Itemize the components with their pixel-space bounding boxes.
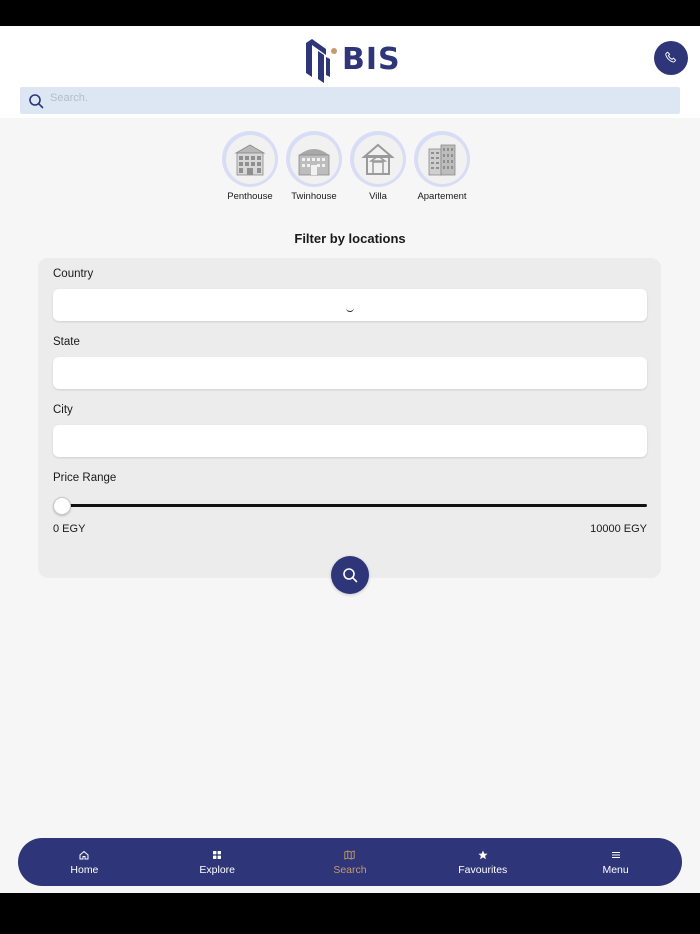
price-slider-thumb[interactable] xyxy=(53,497,71,515)
nav-explore[interactable]: Explore xyxy=(151,838,284,886)
home-icon xyxy=(79,849,89,861)
state-select[interactable] xyxy=(53,357,647,389)
apartment-building-icon xyxy=(428,144,456,176)
twinhouse-building-icon xyxy=(298,149,330,176)
country-select[interactable] xyxy=(53,289,647,321)
filter-panel: Country State City Price Range 0 EGY 100… xyxy=(38,258,661,578)
menu-icon xyxy=(611,849,621,861)
nav-menu[interactable]: Menu xyxy=(549,838,682,886)
city-select[interactable] xyxy=(53,425,647,457)
bottom-navigation: Home Explore Search Favourites Menu xyxy=(18,838,682,886)
nav-search[interactable]: Search xyxy=(284,838,417,886)
map-icon xyxy=(344,849,356,861)
country-label: Country xyxy=(53,268,94,280)
villa-house-icon xyxy=(361,143,395,175)
status-bar xyxy=(0,0,700,26)
category-ring xyxy=(414,131,470,187)
filter-search-button[interactable] xyxy=(331,556,369,594)
category-ring xyxy=(222,131,278,187)
price-range-label: Price Range xyxy=(53,472,117,484)
state-label: State xyxy=(53,336,80,348)
search-bar[interactable] xyxy=(20,87,680,114)
category-villa[interactable]: Villa xyxy=(350,131,406,202)
category-label: Penthouse xyxy=(227,191,273,202)
star-icon xyxy=(478,849,488,861)
category-ring xyxy=(286,131,342,187)
price-max-label: 10000 EGY xyxy=(590,523,647,535)
phone-icon xyxy=(665,51,676,63)
search-input[interactable] xyxy=(50,87,650,108)
city-label: City xyxy=(53,404,73,416)
nav-home[interactable]: Home xyxy=(18,838,151,886)
search-icon xyxy=(28,93,44,109)
loading-spinner-icon xyxy=(346,304,354,312)
nav-favourites[interactable]: Favourites xyxy=(416,838,549,886)
category-twinhouse[interactable]: Twinhouse xyxy=(286,131,342,202)
price-min-label: 0 EGY xyxy=(53,523,86,535)
app-header: BIS xyxy=(0,26,700,118)
nav-label: Home xyxy=(70,863,99,876)
category-ring xyxy=(350,131,406,187)
search-icon xyxy=(343,568,358,583)
grid-icon xyxy=(212,849,222,861)
nav-label: Explore xyxy=(199,863,235,876)
category-label: Apartement xyxy=(417,191,467,202)
nav-label: Favourites xyxy=(458,863,508,876)
logo-text: BIS xyxy=(342,41,401,77)
bis-logo: BIS xyxy=(302,32,402,86)
nav-label: Search xyxy=(333,863,367,876)
category-list: Penthouse Twinhouse Villa Apartement xyxy=(222,131,470,202)
nav-label: Menu xyxy=(602,863,629,876)
bis-logo-mark-icon xyxy=(306,39,337,83)
filter-title: Filter by locations xyxy=(294,231,406,246)
category-penthouse[interactable]: Penthouse xyxy=(222,131,278,202)
call-button[interactable] xyxy=(654,41,688,75)
price-slider-track[interactable] xyxy=(62,504,647,507)
system-bottom-bar xyxy=(0,893,700,934)
penthouse-building-icon xyxy=(234,144,266,176)
category-apartment[interactable]: Apartement xyxy=(414,131,470,202)
category-label: Villa xyxy=(369,191,387,202)
category-label: Twinhouse xyxy=(291,191,337,202)
